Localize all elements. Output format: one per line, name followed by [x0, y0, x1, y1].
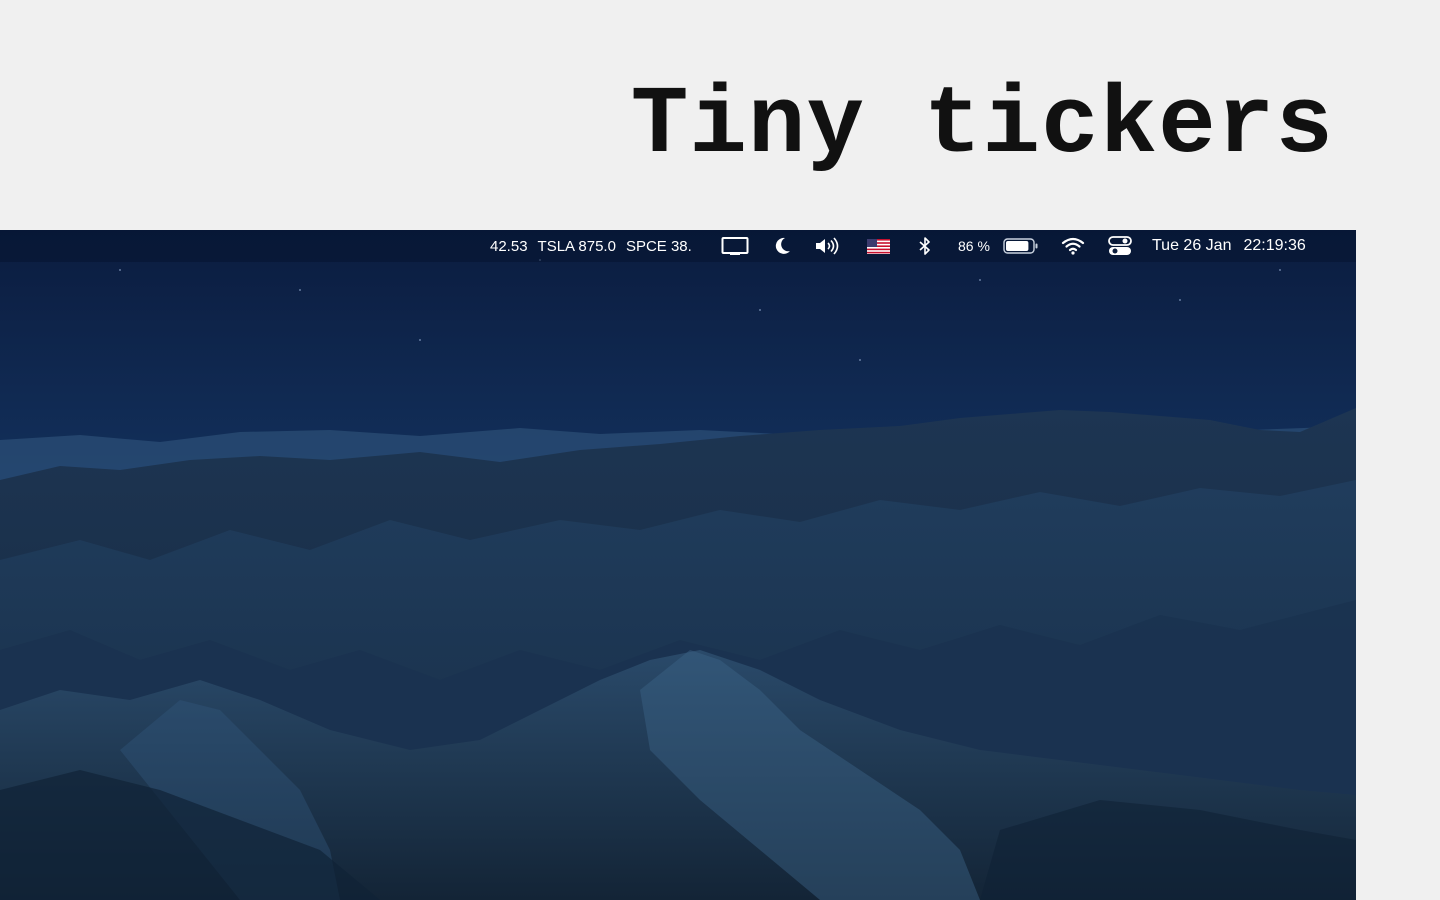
- battery-fill: [1006, 241, 1029, 251]
- moon-icon[interactable]: [772, 230, 792, 262]
- ticker-item[interactable]: 42.53: [490, 238, 528, 255]
- us-flag-icon[interactable]: [867, 230, 890, 262]
- clock-date: Tue 26 Jan: [1152, 237, 1232, 254]
- mountain-landscape: [0, 230, 1356, 900]
- display-mirroring-icon[interactable]: [721, 230, 749, 262]
- ticker-item[interactable]: SPCE 38.: [626, 238, 692, 255]
- page: Tiny tickers 42.53 TSLA 875.0 SPCE 38. 8…: [0, 0, 1440, 900]
- menu-bar-clock[interactable]: Tue 26 Jan 22:19:36: [1152, 230, 1306, 262]
- ticker-strip[interactable]: 42.53 TSLA 875.0 SPCE 38.: [490, 230, 712, 262]
- ticker-item[interactable]: TSLA 875.0: [538, 238, 616, 255]
- clock-time: 22:19:36: [1243, 237, 1306, 254]
- control-center-icon[interactable]: [1108, 230, 1132, 262]
- volume-icon[interactable]: [814, 230, 842, 262]
- headline: Tiny tickers: [630, 71, 1334, 180]
- bluetooth-icon[interactable]: [918, 230, 932, 262]
- menu-bar: 42.53 TSLA 875.0 SPCE 38. 86 % Tue 26 Ja…: [0, 230, 1356, 262]
- battery-icon[interactable]: [1003, 230, 1039, 262]
- wifi-icon[interactable]: [1061, 230, 1085, 262]
- desktop-wallpaper: 42.53 TSLA 875.0 SPCE 38. 86 % Tue 26 Ja…: [0, 230, 1356, 900]
- battery-percent[interactable]: 86 %: [958, 230, 990, 262]
